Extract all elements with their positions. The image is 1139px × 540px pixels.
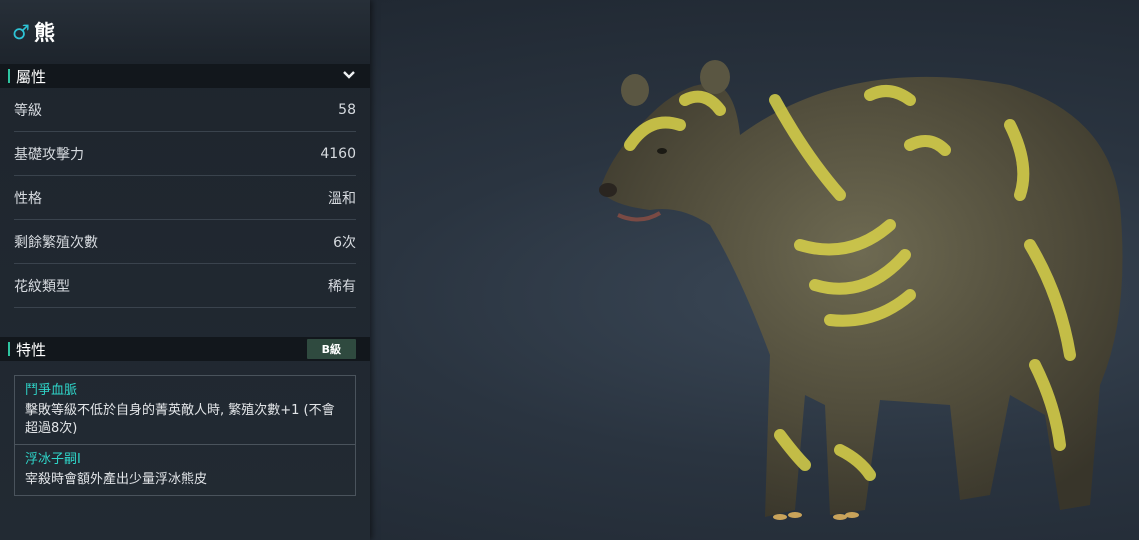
traits-header: 特性 B級 bbox=[0, 337, 370, 361]
attr-row-level: 等級 58 bbox=[14, 88, 356, 132]
attr-label: 花紋類型 bbox=[14, 278, 70, 295]
trait-description: 擊敗等級不低於自身的菁英敵人時, 繁殖次數+1 (不會超過8次) bbox=[25, 403, 335, 436]
attributes-title: 屬性 bbox=[16, 67, 47, 86]
bear-model-image bbox=[599, 60, 1123, 520]
attr-label: 等級 bbox=[14, 102, 42, 119]
trait-item[interactable]: 浮冰子嗣I 宰殺時會額外產出少量浮冰熊皮 bbox=[15, 444, 355, 495]
attr-value: 溫和 bbox=[328, 190, 356, 207]
creature-name: 熊 bbox=[33, 21, 55, 45]
attr-value: 稀有 bbox=[328, 278, 356, 295]
attr-row-personality: 性格 溫和 bbox=[14, 176, 356, 220]
trait-name: 浮冰子嗣I bbox=[25, 452, 81, 467]
title-bar: ♂ 熊 bbox=[0, 0, 370, 64]
grade-badge: B級 bbox=[306, 339, 356, 359]
trait-item[interactable]: 鬥爭血脈 擊敗等級不低於自身的菁英敵人時, 繁殖次數+1 (不會超過8次) bbox=[15, 376, 355, 444]
attr-value: 58 bbox=[338, 101, 356, 118]
attr-row-pattern: 花紋類型 稀有 bbox=[14, 264, 356, 308]
attr-label: 剩餘繁殖次數 bbox=[14, 234, 98, 251]
trait-name: 鬥爭血脈 bbox=[25, 383, 78, 398]
attr-row-breeding: 剩餘繁殖次數 6次 bbox=[14, 220, 356, 264]
attr-row-attack: 基礎攻擊力 4160 bbox=[14, 132, 356, 176]
traits-title: 特性 bbox=[16, 340, 47, 359]
creature-info-panel: ♂ 熊 屬性 等級 58 基礎攻擊力 4160 性格 溫和 剩餘繁殖次數 6次 … bbox=[0, 0, 370, 540]
attr-label: 性格 bbox=[14, 190, 42, 207]
trait-description: 宰殺時會額外產出少量浮冰熊皮 bbox=[25, 472, 208, 487]
chevron-down-icon[interactable] bbox=[342, 68, 356, 84]
attributes-header[interactable]: 屬性 bbox=[0, 64, 370, 88]
attr-value: 6次 bbox=[333, 234, 356, 251]
traits-list: 鬥爭血脈 擊敗等級不低於自身的菁英敵人時, 繁殖次數+1 (不會超過8次) 浮冰… bbox=[14, 375, 356, 496]
section-marker bbox=[8, 342, 10, 356]
attr-label: 基礎攻擊力 bbox=[14, 146, 84, 163]
attributes-list: 等級 58 基礎攻擊力 4160 性格 溫和 剩餘繁殖次數 6次 花紋類型 稀有 bbox=[0, 88, 370, 308]
attr-value: 4160 bbox=[320, 145, 356, 162]
section-marker bbox=[8, 69, 10, 83]
male-icon: ♂ bbox=[12, 20, 30, 44]
